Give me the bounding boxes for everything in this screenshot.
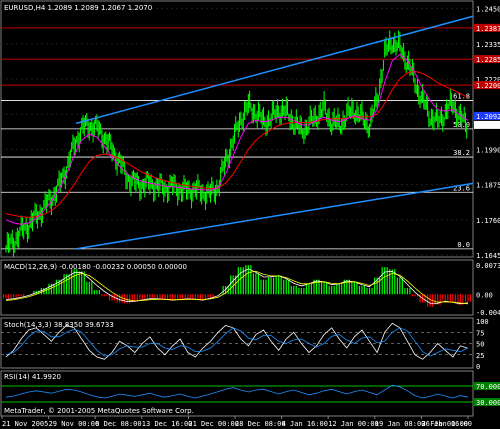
price-axis: 1.24501.23351.22201.21051.19901.18751.17… <box>474 6 500 260</box>
price-level-tag-label: 1.2200 <box>476 82 500 90</box>
fib-level-label: 0.0 <box>457 241 470 249</box>
stoch-tick-label: 25 <box>476 352 484 360</box>
price-level-tag-label: 1.2387 <box>476 25 500 33</box>
stoch-tick-label: 75 <box>476 329 484 337</box>
price-grid <box>1 8 473 256</box>
price-tick-label: 1.2450 <box>476 6 500 14</box>
rsi-title: RSI(14) 41.9920 <box>4 373 61 381</box>
copyright-text: MetaTrader, © 2001-2005 MetaQuotes Softw… <box>4 407 194 415</box>
price-tick-label: 1.1875 <box>476 182 500 190</box>
macd-tick-label: 0.00739 <box>476 262 500 270</box>
stoch-title: Stoch(14,3,3) 38.8350 39.6733 <box>4 321 114 329</box>
time-tick-label: 19 Jan 08:00 <box>375 420 426 428</box>
rsi-tick-label: 70.0000 <box>476 383 500 391</box>
time-tick-label: 4 Jan 16:00 <box>282 420 328 428</box>
time-tick-label: 21 Nov 2005 <box>2 420 48 428</box>
stoch-tick-label: 100 <box>476 318 489 326</box>
rsi-pane: RSI(14) 41.9920 MetaTrader, © 2001-2005 … <box>0 370 500 417</box>
rsi-axis: 70.0000 30.0000 <box>474 382 500 407</box>
stoch-tick-label: 50 <box>476 341 484 349</box>
price-tick-label: 1.2335 <box>476 41 500 49</box>
macd-tick-label: 0.00 <box>476 291 493 299</box>
time-tick-label: 21 Dec 00:00 <box>188 420 239 428</box>
time-axis: 21 Nov 2005 29 Nov 00:006 Dec 08:00 13 Dec… <box>1 416 472 428</box>
rsi-line <box>5 384 469 399</box>
rsi-tick-label: 30.0000 <box>476 399 500 407</box>
price-tick-label: 1.1990 <box>476 146 500 154</box>
macd-tick-label: -0.00432 <box>476 309 500 317</box>
macd-pane: MACD(12,26,9) -0.00180 -0.00232 0.00050 … <box>0 259 500 317</box>
macd-axis: 0.00739 0.00 -0.00432 <box>476 262 500 317</box>
time-tick-label: 12 Jan 00:00 <box>328 420 379 428</box>
trend-channel <box>75 15 474 250</box>
price-pane: 0.023.638.250.061.8 EURUSD,H4 1.2089 1.2… <box>0 0 500 260</box>
macd-plot <box>2 265 472 307</box>
rsi-plot <box>1 384 473 403</box>
macd-main-line <box>5 268 469 305</box>
price-level-tag-label: 1.2285 <box>476 56 500 64</box>
price-level-lines: 0.023.638.250.061.8 <box>1 27 473 250</box>
stoch-pane: Stoch(14,3,3) 38.8350 39.6733 100 75 50 25 0 <box>0 317 489 371</box>
chart-title: EURUSD,H4 1.2089 1.2089 1.2067 1.2070 <box>4 4 152 12</box>
fib-level-label: 61.8 <box>453 92 470 100</box>
metatrader-chart: 0.023.638.250.061.8 EURUSD,H4 1.2089 1.2… <box>0 0 500 428</box>
channel-lower-line <box>75 182 474 250</box>
ask-price-label: 1.2092 <box>476 113 500 121</box>
stoch-tick-label: 0 <box>476 363 480 371</box>
fib-level-label: 38.2 <box>453 149 470 157</box>
time-tick-label: 13 Dec 16:00 <box>142 420 193 428</box>
macd-title: MACD(12,26,9) -0.00180 -0.00232 0.00050 … <box>4 263 187 271</box>
price-tick-label: 1.1760 <box>476 217 500 225</box>
time-tick-label: 3 Feb 00:00 <box>422 420 468 428</box>
time-tick-label: 28 Dec 08:00 <box>235 420 286 428</box>
last-price-label: 1.2070 <box>476 122 500 130</box>
time-tick-label: 6 Dec 08:00 <box>95 420 141 428</box>
time-tick-label: 29 Nov 00:00 <box>49 420 100 428</box>
stoch-axis: 100 75 50 25 0 <box>476 318 489 371</box>
price-tick-label: 1.1645 <box>476 252 500 260</box>
